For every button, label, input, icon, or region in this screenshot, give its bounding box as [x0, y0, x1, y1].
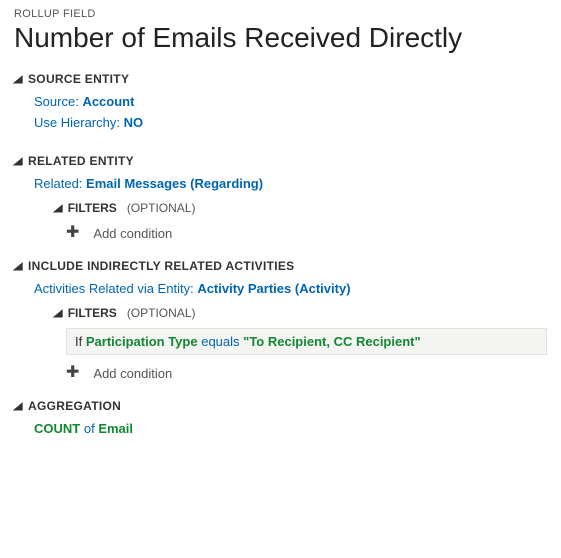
caret-down-icon: ◢: [53, 203, 62, 214]
agg-of: of: [84, 421, 95, 436]
via-label: Activities Related via Entity:: [34, 281, 194, 296]
related-filters: ◢ FILTERS (OPTIONAL) ✚ Add condition: [54, 201, 547, 241]
related-value: Email Messages: [86, 176, 186, 191]
hierarchy-row[interactable]: Use Hierarchy: NO: [34, 115, 547, 130]
via-value: Activity Parties: [197, 281, 291, 296]
filter-condition[interactable]: If Participation Type equals "To Recipie…: [66, 328, 547, 355]
source-row[interactable]: Source: Account: [34, 94, 547, 109]
add-condition-button[interactable]: ✚ Add condition: [66, 225, 547, 241]
source-label: Source:: [34, 94, 79, 109]
section-header-indirect[interactable]: ◢ INCLUDE INDIRECTLY RELATED ACTIVITIES: [14, 259, 547, 273]
section-title: SOURCE ENTITY: [28, 72, 129, 86]
related-label: Related:: [34, 176, 82, 191]
caret-down-icon: ◢: [13, 401, 23, 412]
section-title: RELATED ENTITY: [28, 154, 134, 168]
section-header-aggregation[interactable]: ◢ AGGREGATION: [14, 399, 547, 413]
related-row[interactable]: Related: Email Messages (Regarding): [34, 176, 547, 191]
caret-down-icon: ◢: [13, 156, 23, 167]
filters-title: FILTERS: [68, 201, 117, 215]
section-source-entity: ◢ SOURCE ENTITY Source: Account Use Hier…: [14, 72, 547, 140]
caret-down-icon: ◢: [53, 308, 62, 319]
related-paren: Regarding: [194, 176, 258, 191]
condition-op: equals: [201, 334, 239, 349]
agg-func: COUNT: [34, 421, 80, 436]
agg-field: Email: [98, 421, 133, 436]
section-header-source[interactable]: ◢ SOURCE ENTITY: [14, 72, 547, 86]
plus-icon: ✚: [66, 365, 79, 381]
aggregation-row[interactable]: COUNT of Email: [34, 421, 547, 436]
hierarchy-label: Use Hierarchy:: [34, 115, 120, 130]
section-indirect-activities: ◢ INCLUDE INDIRECTLY RELATED ACTIVITIES …: [14, 259, 547, 385]
via-paren: Activity: [299, 281, 346, 296]
section-related-entity: ◢ RELATED ENTITY Related: Email Messages…: [14, 154, 547, 245]
optional-label: (OPTIONAL): [127, 306, 196, 320]
indirect-filters: ◢ FILTERS (OPTIONAL) If Participation Ty…: [54, 306, 547, 381]
optional-label: (OPTIONAL): [127, 201, 196, 215]
if-label: If: [75, 334, 82, 349]
page-title: Number of Emails Received Directly: [14, 22, 547, 54]
section-header-related[interactable]: ◢ RELATED ENTITY: [14, 154, 547, 168]
filters-title: FILTERS: [68, 306, 117, 320]
add-condition-label: Add condition: [93, 226, 172, 241]
add-condition-label: Add condition: [93, 366, 172, 381]
section-aggregation: ◢ AGGREGATION COUNT of Email: [14, 399, 547, 446]
filters-header[interactable]: ◢ FILTERS (OPTIONAL): [54, 306, 547, 320]
caret-down-icon: ◢: [13, 74, 23, 85]
plus-icon: ✚: [66, 225, 79, 241]
breadcrumb: ROLLUP FIELD: [14, 8, 547, 20]
source-value: Account: [82, 94, 134, 109]
section-title: AGGREGATION: [28, 399, 121, 413]
add-condition-button[interactable]: ✚ Add condition: [66, 365, 547, 381]
condition-value: "To Recipient, CC Recipient": [243, 334, 421, 349]
caret-down-icon: ◢: [13, 261, 23, 272]
condition-field: Participation Type: [86, 334, 198, 349]
section-title: INCLUDE INDIRECTLY RELATED ACTIVITIES: [28, 259, 294, 273]
hierarchy-value: NO: [124, 115, 144, 130]
filters-header[interactable]: ◢ FILTERS (OPTIONAL): [54, 201, 547, 215]
via-entity-row[interactable]: Activities Related via Entity: Activity …: [34, 281, 547, 296]
